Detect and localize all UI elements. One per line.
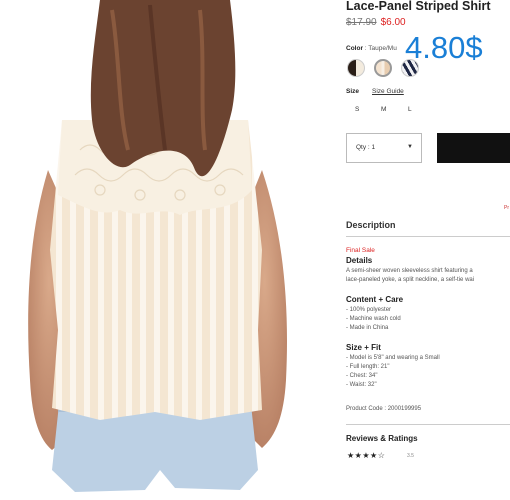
product-photo (0, 0, 322, 500)
color-label: Color : Taupe/Mu (346, 45, 397, 52)
content-care-heading: Content + Care (346, 295, 404, 304)
details-text: A semi-sheer woven sleeveless shirt feat… (346, 268, 473, 274)
fit-item: - Waist: 32" (346, 382, 377, 388)
details-text: lace-paneled yoke, a split neckline, a s… (346, 277, 475, 283)
size-option-l[interactable]: L (408, 106, 412, 113)
size-fit-heading: Size + Fit (346, 343, 381, 352)
size-option-s[interactable]: S (355, 106, 359, 113)
content-item: - 100% polyester (346, 307, 392, 313)
star-rating-icon: ★★★★☆ (347, 451, 386, 460)
selected-color: : Taupe/Mu (364, 45, 397, 52)
product-title: Lace-Panel Striped Shirt (346, 0, 491, 13)
size-label: Size (346, 88, 360, 95)
product-info-panel: Lace-Panel Striped Shirt $17.90 $6.00 Col… (346, 0, 510, 500)
content-item: - Machine wash cold (346, 316, 401, 322)
description-heading[interactable]: Description (346, 220, 396, 230)
chevron-down-icon: ▼ (407, 144, 413, 150)
size-guide-link[interactable]: Size Guide (372, 88, 404, 95)
add-to-bag-button[interactable] (437, 133, 510, 163)
fit-item: - Model is 5'8" and wearing a Small (346, 355, 440, 361)
product-code: Product Code : 2000199995 (346, 406, 422, 412)
promo-text: Pr (504, 205, 509, 211)
fit-item: - Full length: 21" (346, 364, 390, 370)
color-swatch-taupe[interactable] (374, 59, 392, 77)
color-swatch-black[interactable] (347, 59, 365, 77)
overlay-price: 4.80$ (405, 30, 483, 65)
divider (346, 236, 510, 237)
details-heading: Details (346, 256, 373, 265)
rating-value: 3.5 (407, 453, 414, 459)
fit-item: - Chest: 34" (346, 373, 378, 379)
size-option-m[interactable]: M (381, 106, 386, 113)
price-row: $17.90 $6.00 (346, 17, 406, 28)
final-sale-label: Final Sale (346, 247, 375, 254)
quantity-select[interactable]: Qty : 1 ▼ (346, 133, 422, 163)
sale-price: $6.00 (380, 17, 406, 28)
divider (346, 424, 510, 425)
original-price: $17.90 (346, 17, 377, 28)
reviews-heading[interactable]: Reviews & Ratings (346, 434, 418, 443)
content-item: - Made in China (346, 325, 389, 331)
quantity-value: Qty : 1 (356, 144, 376, 151)
